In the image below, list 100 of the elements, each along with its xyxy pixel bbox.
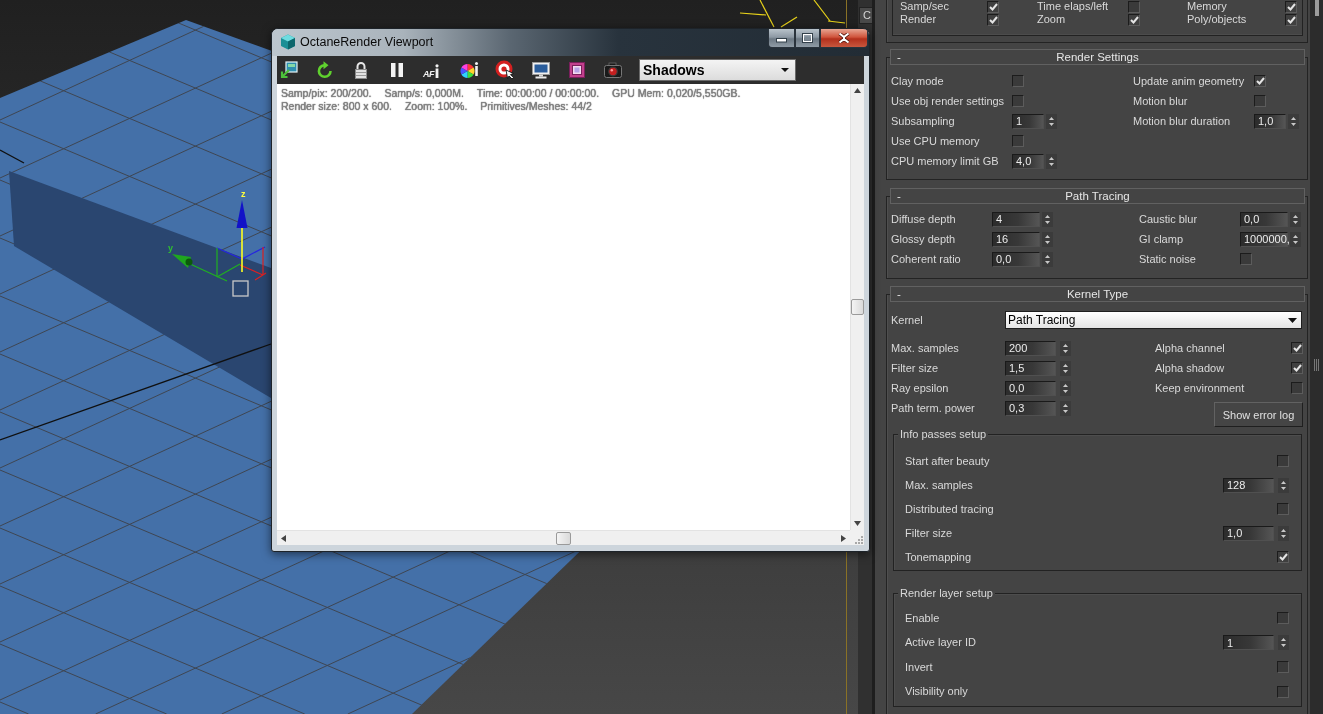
checkbox[interactable]	[987, 13, 999, 26]
checkmark-icon	[1292, 364, 1302, 372]
field-label: CPU memory limit GB	[891, 154, 1000, 168]
number-field[interactable]: 1,0	[1254, 113, 1286, 129]
field-label: Visibility only	[905, 685, 969, 699]
number-field[interactable]: 128	[1223, 477, 1274, 493]
panel-tab[interactable]: C	[859, 7, 872, 24]
field-label: Clay mode	[891, 74, 945, 88]
field-label: Diffuse depth	[891, 212, 957, 226]
grip-icon[interactable]	[1314, 359, 1319, 371]
camera-icon[interactable]	[603, 60, 623, 80]
field-label: Glossy depth	[891, 232, 957, 246]
checkbox[interactable]	[1012, 95, 1024, 107]
field-label: Filter size	[905, 526, 954, 540]
checkbox[interactable]	[1285, 0, 1297, 13]
horizontal-scrollbar[interactable]	[277, 530, 850, 545]
checkbox[interactable]	[1128, 13, 1140, 26]
checkbox[interactable]	[1277, 503, 1289, 515]
checkbox[interactable]	[1240, 253, 1252, 265]
spinner-arrows-icon[interactable]	[1046, 153, 1057, 169]
minimize-button[interactable]	[768, 29, 795, 48]
kernel-dropdown[interactable]: Path Tracing	[1005, 311, 1302, 329]
number-field[interactable]: 1000000,	[1240, 231, 1288, 247]
field-label: Zoom	[1037, 13, 1067, 26]
scrollbar-thumb[interactable]	[851, 299, 864, 315]
number-field[interactable]: 0,3	[1005, 400, 1056, 416]
resize-grip-icon[interactable]	[854, 535, 863, 544]
group-title: Info passes setup	[898, 427, 989, 441]
field-label: Active layer ID	[905, 636, 977, 650]
number-field[interactable]: 4,0	[1012, 153, 1044, 169]
spinner-arrows-icon[interactable]	[1060, 360, 1071, 376]
field-label: Enable	[905, 611, 941, 625]
number-field[interactable]: 4	[992, 211, 1040, 227]
refresh-icon[interactable]	[315, 60, 335, 80]
render-pass-dropdown[interactable]: Shadows	[639, 59, 796, 81]
spinner-arrows-icon[interactable]	[1042, 211, 1053, 227]
number-field[interactable]: 1	[1223, 635, 1274, 651]
window-title: OctaneRender Viewport	[300, 35, 434, 50]
scrollbar-thumb[interactable]	[1314, 0, 1319, 16]
checkbox[interactable]	[1277, 685, 1289, 698]
field-label: Memory	[1187, 0, 1228, 13]
field-label: Max. samples	[905, 478, 974, 492]
number-field[interactable]: 200	[1005, 340, 1056, 356]
checkbox[interactable]	[1291, 362, 1303, 374]
checkbox[interactable]	[1128, 0, 1140, 13]
field-label: Keep environment	[1155, 381, 1246, 395]
render-stat: Primitives/Meshes: 44/2	[480, 100, 592, 112]
toolbar-button[interactable]: AF	[423, 60, 443, 80]
number-field[interactable]: 1,0	[1223, 525, 1274, 541]
checkbox[interactable]	[1254, 75, 1266, 87]
number-field[interactable]: 0,0	[1240, 211, 1288, 227]
checkbox[interactable]	[1277, 661, 1289, 674]
spinner-arrows-icon[interactable]	[1288, 113, 1299, 129]
spinner-arrows-icon[interactable]	[1290, 211, 1301, 227]
checkmark-icon	[1129, 15, 1139, 24]
checkbox[interactable]	[1277, 455, 1289, 467]
spinner-arrows-icon[interactable]	[1060, 380, 1071, 396]
checkbox[interactable]	[1012, 75, 1024, 87]
number-field[interactable]: 0,0	[1005, 380, 1056, 396]
field-label: Poly/objects	[1187, 13, 1248, 26]
checkbox[interactable]	[1277, 551, 1289, 563]
spinner-arrows-icon[interactable]	[1290, 231, 1301, 247]
spinner-arrows-icon[interactable]	[1278, 477, 1289, 493]
target-cursor-icon[interactable]	[495, 60, 515, 80]
close-button[interactable]	[820, 29, 868, 48]
number-field[interactable]: 1	[1012, 113, 1044, 129]
maximize-button[interactable]	[795, 29, 820, 48]
checkbox[interactable]	[987, 0, 999, 13]
checkbox[interactable]	[1291, 382, 1303, 394]
checkbox[interactable]	[1285, 13, 1297, 26]
number-field[interactable]: 16	[992, 231, 1040, 247]
number-field[interactable]: 0,0	[992, 251, 1040, 267]
rollout-header[interactable]: - Kernel Type	[890, 286, 1305, 302]
checkbox[interactable]	[1012, 135, 1024, 147]
number-field[interactable]: 1,5	[1005, 360, 1056, 376]
frame-icon[interactable]	[567, 60, 587, 80]
monitor-icon[interactable]	[531, 60, 551, 80]
checkbox[interactable]	[1254, 95, 1266, 107]
field-label: Tonemapping	[905, 550, 973, 564]
spinner-arrows-icon[interactable]	[1060, 400, 1071, 416]
rollout-header[interactable]: - Render Settings	[890, 49, 1305, 65]
field-label: Alpha channel	[1155, 341, 1226, 355]
field-label: Invert	[905, 660, 934, 674]
color-wheel-icon[interactable]	[459, 60, 479, 80]
checkbox[interactable]	[1291, 342, 1303, 354]
field-label: Coherent ratio	[891, 252, 962, 266]
spinner-arrows-icon[interactable]	[1060, 340, 1071, 356]
scrollbar-thumb[interactable]	[556, 531, 571, 545]
show-log-button[interactable]: Show error log	[1214, 402, 1303, 427]
app-logo-icon	[280, 34, 296, 50]
close-icon	[838, 33, 850, 43]
checkbox[interactable]	[1277, 612, 1289, 625]
spinner-arrows-icon[interactable]	[1278, 525, 1289, 541]
spinner-arrows-icon[interactable]	[1046, 113, 1057, 129]
spinner-arrows-icon[interactable]	[1042, 251, 1053, 267]
spinner-arrows-icon[interactable]	[1278, 635, 1289, 651]
picture-arrow-icon[interactable]	[279, 60, 299, 80]
spinner-arrows-icon[interactable]	[1042, 231, 1053, 247]
vertical-scrollbar[interactable]	[850, 84, 864, 530]
rollout-header[interactable]: - Path Tracing	[890, 188, 1305, 204]
